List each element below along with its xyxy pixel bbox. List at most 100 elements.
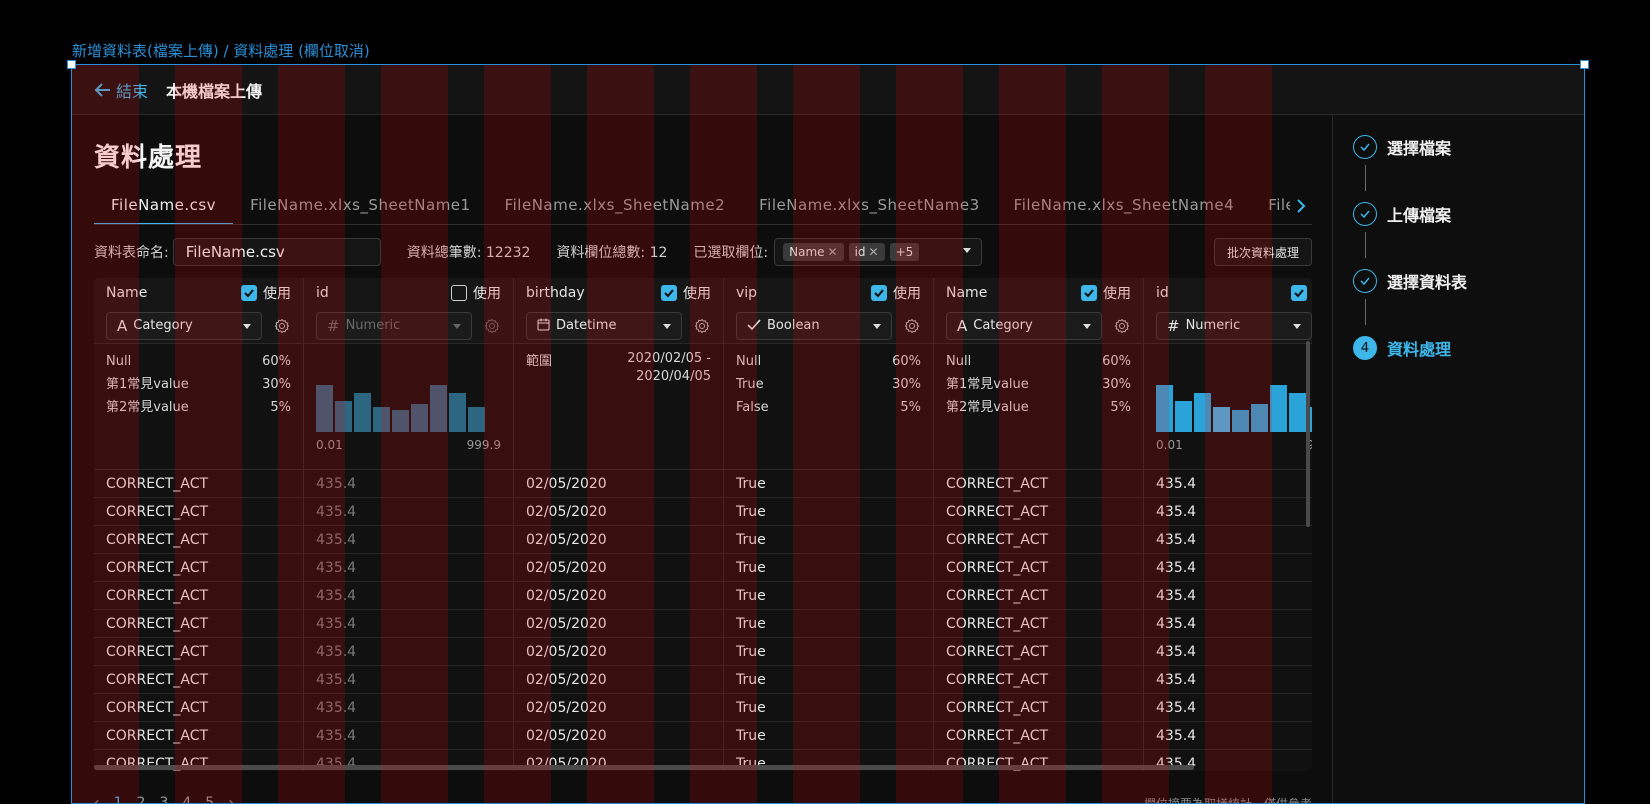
step-select-file: 選擇檔案	[1353, 135, 1451, 159]
step-select-table: 選擇資料表	[1353, 269, 1467, 293]
histogram	[316, 382, 487, 432]
histogram-bar	[1213, 407, 1230, 432]
tab-file-3[interactable]: FileName.xlxs_SheetName3	[742, 187, 997, 224]
table-cell: 435.4	[304, 526, 513, 554]
tab-file-1[interactable]: FileName.xlxs_SheetName1	[233, 187, 488, 224]
checkbox-empty-icon[interactable]	[451, 285, 467, 301]
histogram-min: 0.01	[316, 438, 343, 452]
checkbox-checked-icon[interactable]	[241, 285, 257, 301]
table-cell: 435.4	[1144, 666, 1312, 694]
use-checkbox[interactable]: 使用	[871, 283, 921, 303]
use-checkbox[interactable]: 使用	[661, 283, 711, 303]
use-checkbox[interactable]: 使用	[451, 283, 501, 303]
use-checkbox[interactable]: 使用	[1081, 283, 1131, 303]
step-connector	[1365, 232, 1366, 258]
histogram	[1156, 382, 1312, 432]
summary-row: False 5%	[736, 400, 921, 415]
column-5: id使用#Numeric0.01999.9435.4435.4435.4435.…	[1144, 278, 1312, 771]
gear-icon[interactable]	[694, 318, 710, 334]
column-summary: Null 60% 第1常見value 30% 第2常見value 5%	[934, 344, 1143, 470]
gear-icon[interactable]	[484, 318, 500, 334]
gear-icon[interactable]	[904, 318, 920, 334]
close-icon[interactable]: ✕	[828, 245, 838, 259]
checkbox-checked-icon[interactable]	[1081, 285, 1097, 301]
caret-down-icon	[1083, 323, 1091, 329]
date-range: 範圍 2020/02/05 -2020/04/05	[526, 351, 711, 384]
column-summary: 範圍 2020/02/05 -2020/04/05	[514, 344, 723, 470]
type-row: # Numeric	[304, 308, 513, 344]
table-cell: 02/05/2020	[514, 554, 723, 582]
histogram-max: 999.9	[466, 438, 501, 452]
close-icon[interactable]: ✕	[869, 245, 879, 259]
chip-id[interactable]: id ✕	[848, 243, 885, 261]
table-cell: 435.4	[1144, 498, 1312, 526]
histogram-bar	[1232, 410, 1249, 432]
tab-file-0[interactable]: FileName.csv	[94, 187, 234, 224]
checkbox-checked-icon[interactable]	[1291, 285, 1307, 301]
type-select[interactable]: Datetime	[526, 311, 682, 340]
column-name: vip	[736, 285, 758, 301]
selected-columns-select[interactable]: Name ✕ id ✕ +5	[774, 238, 983, 266]
type-row: A Category	[94, 308, 303, 344]
use-checkbox[interactable]: 使用	[1291, 283, 1312, 303]
chevron-right-icon[interactable]	[1290, 187, 1312, 224]
type-select[interactable]: A Category	[946, 311, 1102, 340]
type-select[interactable]: # Numeric	[316, 311, 472, 340]
histogram-bar	[449, 393, 466, 432]
table-cell: 435.4	[304, 470, 513, 498]
checkbox-checked-icon[interactable]	[661, 285, 677, 301]
step-upload-file: 上傳檔案	[1353, 202, 1451, 226]
summary-row: 第1常見value 30%	[946, 377, 1131, 392]
type-select[interactable]: Boolean	[736, 311, 892, 340]
table-cell: CORRECT_ACT	[94, 638, 303, 666]
canvas-frame-label: 新增資料表(檔案上傳) / 資料處理 (欄位取消)	[72, 42, 370, 60]
table-cell: 02/05/2020	[514, 526, 723, 554]
type-select[interactable]: # Numeric	[1156, 311, 1312, 340]
summary-row: True 30%	[736, 377, 921, 392]
control-bar: 資料表命名: 資料總筆數: 12232 資料欄位總數: 12 已選取欄位: Na…	[94, 237, 1312, 267]
chip-more[interactable]: +5	[889, 243, 920, 261]
type-select[interactable]: A Category	[106, 311, 262, 340]
checkbox-checked-icon[interactable]	[871, 285, 887, 301]
histogram-bar	[1251, 404, 1268, 432]
vertical-scrollbar[interactable]	[1306, 341, 1310, 527]
table-cell: CORRECT_ACT	[934, 638, 1143, 666]
table-cell: 435.4	[1144, 694, 1312, 722]
column-summary: Null 60% 第1常見value 30% 第2常見value 5%	[94, 344, 303, 470]
step-data-processing: 4 資料處理	[1353, 336, 1451, 360]
column-summary: 0.01999.9	[1144, 344, 1312, 470]
top-bar: 結束 本機檔案上傳	[72, 65, 1584, 115]
histogram-bar	[316, 384, 333, 432]
table-cell: True	[724, 638, 933, 666]
table-cell: 02/05/2020	[514, 722, 723, 750]
tab-file-2[interactable]: FileName.xlxs_SheetName2	[488, 187, 743, 224]
column-name: Name	[106, 285, 148, 301]
data-preview-table: Name 使用 A Category Null 60% 第1常見value 30% 第2常見va…	[94, 278, 1312, 771]
tab-file-4[interactable]: FileName.xlxs_SheetName4	[997, 187, 1252, 224]
table-cell: CORRECT_ACT	[94, 582, 303, 610]
table-cell: 02/05/2020	[514, 498, 723, 526]
histogram-bar	[1156, 384, 1173, 432]
table-cell: 02/05/2020	[514, 582, 723, 610]
table-cell: CORRECT_ACT	[94, 610, 303, 638]
gear-icon[interactable]	[1114, 318, 1130, 334]
type-category-icon: A	[117, 316, 128, 335]
histogram-min: 0.01	[1156, 438, 1183, 452]
gear-icon[interactable]	[274, 318, 290, 334]
use-checkbox[interactable]: 使用	[241, 283, 291, 303]
table-cell: CORRECT_ACT	[94, 470, 303, 498]
main-content: 資料處理 FileName.csv FileName.xlxs_SheetName…	[72, 115, 1332, 803]
horizontal-scrollbar[interactable]	[94, 765, 1194, 770]
column-name: birthday	[526, 285, 585, 301]
table-cell: 435.4	[304, 694, 513, 722]
summary-row: 第2常見value 5%	[106, 400, 291, 415]
resize-handle-top-left[interactable]	[67, 60, 76, 69]
table-name-input[interactable]	[172, 238, 381, 266]
table-cell: CORRECT_ACT	[934, 582, 1143, 610]
resize-handle-top-right[interactable]	[1580, 60, 1589, 69]
column-3: vip 使用 Boolean Null 60% True 30% False 5% True Tru…	[724, 278, 934, 771]
batch-process-button[interactable]: 批次資料處理	[1213, 238, 1312, 266]
back-button[interactable]: 結束	[94, 78, 148, 102]
chip-name[interactable]: Name ✕	[783, 243, 844, 261]
summary-row: 第1常見value 30%	[106, 377, 291, 392]
